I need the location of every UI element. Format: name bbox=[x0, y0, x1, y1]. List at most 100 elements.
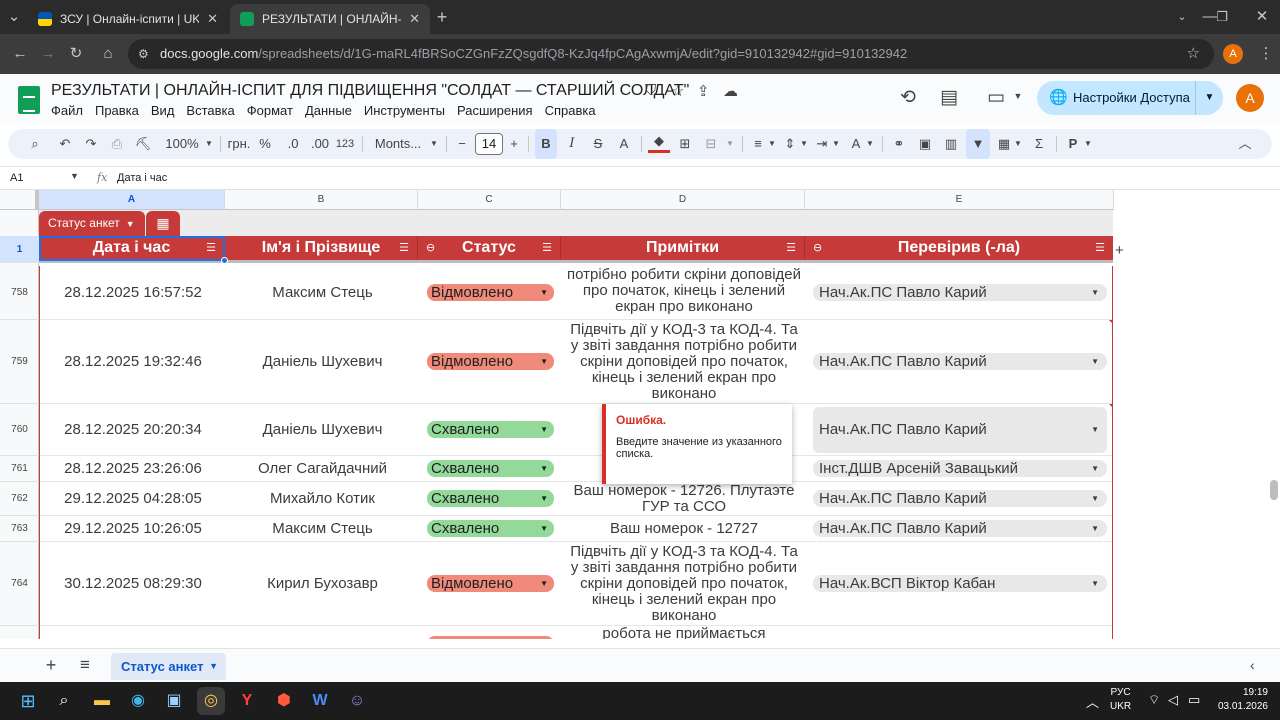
discord-icon[interactable]: ☺ bbox=[343, 687, 371, 715]
column-header-a[interactable]: A bbox=[39, 190, 225, 210]
reviewer-chip[interactable]: Нач.Ак.ПС Павло Карий bbox=[813, 520, 1107, 537]
merge-cells-icon[interactable]: ⊟ bbox=[700, 129, 722, 159]
sheet-tab-active[interactable]: Статус анкет ▼ bbox=[111, 653, 226, 680]
menu-insert[interactable]: Вставка bbox=[186, 103, 234, 118]
chevron-down-icon[interactable]: ▼ bbox=[70, 171, 79, 181]
more-menu-icon[interactable]: ⋮ bbox=[1252, 34, 1280, 74]
menu-help[interactable]: Справка bbox=[545, 103, 596, 118]
date-cell[interactable]: 29.12.2025 04:28:05 bbox=[40, 482, 226, 515]
column-header-d[interactable]: D bbox=[561, 190, 805, 210]
row-header[interactable]: 758 bbox=[0, 266, 39, 320]
menu-extensions[interactable]: Расширения bbox=[457, 103, 533, 118]
browser-tab-exams[interactable]: ЗСУ | Онлайн-іспити | UKRAINE ✕ bbox=[28, 4, 228, 34]
name-cell[interactable]: Даніель Шухевич bbox=[226, 320, 419, 403]
chevron-down-icon[interactable]: ▼ bbox=[1004, 91, 1032, 101]
column-header-e[interactable]: E bbox=[805, 190, 1114, 210]
reviewer-cell[interactable]: Нач.Ак.ПС Павло Карий bbox=[806, 482, 1112, 515]
reviewer-cell[interactable]: Нач.Ак.ПС Павло Карий bbox=[806, 320, 1112, 403]
currency-format-button[interactable]: грн. bbox=[226, 129, 252, 159]
status-cell[interactable]: Схвалено bbox=[419, 404, 562, 455]
fill-color-icon[interactable]: ◆ bbox=[648, 129, 670, 153]
chevron-down-icon[interactable]: ▼ bbox=[1012, 129, 1024, 159]
filter-list-icon[interactable]: ☰ bbox=[1095, 236, 1105, 260]
status-cell[interactable]: Схвалено bbox=[419, 516, 562, 541]
chevron-down-icon[interactable]: ▼ bbox=[1082, 129, 1094, 159]
comment-marker[interactable] bbox=[1109, 320, 1112, 325]
restore-icon[interactable]: ❐ bbox=[1208, 3, 1236, 31]
status-chip[interactable]: Схвалено bbox=[427, 460, 554, 477]
chevron-left-icon[interactable]: ‹ bbox=[1250, 657, 1255, 673]
reviewer-chip[interactable]: Інст.ДШВ Арсеній Завацький bbox=[813, 460, 1107, 477]
font-size-input[interactable]: 14 bbox=[475, 133, 503, 155]
window-close-icon[interactable]: ✕ bbox=[1248, 3, 1276, 31]
input-tools-icon[interactable]: Р bbox=[1062, 129, 1084, 159]
share-dropdown-button[interactable]: ▼ bbox=[1195, 81, 1223, 115]
filter-list-icon[interactable]: ☰ bbox=[786, 236, 796, 260]
close-icon[interactable]: ✕ bbox=[207, 11, 218, 27]
reviewer-chip[interactable]: Нач.Ак.ПС Павло Карий bbox=[813, 406, 1107, 453]
horizontal-align-icon[interactable]: ≡ bbox=[748, 129, 768, 159]
column-header-c[interactable]: C bbox=[418, 190, 561, 210]
status-chip[interactable]: Схвалено bbox=[427, 520, 554, 537]
menu-format[interactable]: Формат bbox=[247, 103, 293, 118]
windows-start-icon[interactable]: ⊞ bbox=[14, 687, 42, 715]
strikethrough-button[interactable]: S bbox=[587, 129, 609, 159]
percent-format-button[interactable]: % bbox=[258, 129, 272, 159]
italic-button[interactable]: I bbox=[561, 129, 583, 159]
collapse-toolbar-icon[interactable]: ︿ bbox=[1234, 129, 1256, 159]
site-info-icon[interactable]: ⚙ bbox=[138, 39, 149, 69]
filter-icon[interactable]: ▼ bbox=[966, 129, 990, 159]
status-cell[interactable]: Схвалено bbox=[419, 456, 562, 481]
home-icon[interactable]: ⌂ bbox=[94, 34, 122, 74]
reviewer-cell[interactable]: Нач.Ак.ПС Павло Карий bbox=[806, 404, 1112, 455]
chrome-icon[interactable]: ◎ bbox=[197, 687, 225, 715]
status-cell[interactable]: Відмовлено bbox=[419, 266, 562, 319]
status-chip[interactable]: Схвалено bbox=[427, 490, 554, 507]
chevron-down-icon[interactable]: ▼ bbox=[830, 129, 842, 159]
notes-cell[interactable]: Підвчіть дії у КОД-3 та КОД-4. Та у звіт… bbox=[562, 320, 806, 403]
move-to-drive-icon[interactable]: ⇪ bbox=[697, 82, 710, 100]
account-avatar[interactable]: A bbox=[1236, 84, 1264, 112]
date-cell[interactable]: 28.12.2025 19:32:46 bbox=[40, 320, 226, 403]
word-icon[interactable]: W bbox=[306, 687, 334, 715]
tray-chevron-up-icon[interactable]: ︿ bbox=[1086, 692, 1099, 711]
browser-tab-results[interactable]: РЕЗУЛЬТАТИ | ОНЛАЙН-ІСПИТ ✕ bbox=[230, 4, 430, 34]
date-cell[interactable]: 30.12.2025 08:29:30 bbox=[40, 542, 226, 625]
status-cell[interactable]: Відмовлено bbox=[419, 542, 562, 625]
increase-decimal-button[interactable]: .00 bbox=[308, 129, 332, 159]
menu-file[interactable]: Файл bbox=[51, 103, 83, 118]
row-header[interactable]: 762 bbox=[0, 482, 39, 516]
chevron-down-icon[interactable]: ▼ bbox=[202, 129, 216, 159]
date-cell[interactable]: 29.12.2025 10:26:05 bbox=[40, 516, 226, 541]
formula-input[interactable]: Дата і час bbox=[117, 172, 167, 184]
decrease-decimal-button[interactable]: .0 bbox=[282, 129, 304, 159]
file-explorer-icon[interactable]: ▬ bbox=[88, 687, 116, 715]
status-chip[interactable]: Відмовлено bbox=[427, 284, 554, 301]
font-select[interactable]: Monts... bbox=[370, 129, 426, 159]
fill-handle[interactable] bbox=[221, 257, 228, 264]
reviewer-cell[interactable]: Інст.ДШВ Арсеній Завацький bbox=[806, 456, 1112, 481]
row-header[interactable]: 763 bbox=[0, 516, 39, 542]
number-format-button[interactable]: 123 bbox=[334, 129, 356, 159]
reviewer-cell[interactable]: Нач.Ак.ПС Павло Карий bbox=[806, 266, 1112, 319]
vertical-align-icon[interactable]: ⇕ bbox=[780, 129, 800, 159]
reviewer-chip[interactable]: Нач.Ак.ПС Павло Карий bbox=[813, 284, 1107, 301]
status-chip[interactable] bbox=[427, 636, 554, 639]
reviewer-cell[interactable]: Нач.Ак.ПС Павло Карий bbox=[806, 516, 1112, 541]
status-cell[interactable]: Відмовлено bbox=[419, 320, 562, 403]
reviewer-chip[interactable]: Нач.Ак.ВСП Віктор Кабан bbox=[813, 575, 1107, 592]
close-icon[interactable]: ✕ bbox=[409, 11, 420, 27]
reload-icon[interactable]: ↻ bbox=[62, 34, 90, 74]
vertical-scrollbar-thumb[interactable] bbox=[1270, 480, 1278, 500]
name-cell[interactable]: Олег Сагайдачний bbox=[226, 456, 419, 481]
row-header[interactable]: 764 bbox=[0, 542, 39, 626]
tab-search-icon[interactable]: ⌄ bbox=[0, 3, 28, 31]
version-history-icon[interactable]: ⟲ bbox=[894, 86, 922, 109]
reviewer-cell[interactable]: Нач.Ак.ВСП Віктор Кабан bbox=[806, 542, 1112, 625]
comment-marker[interactable] bbox=[1109, 404, 1112, 409]
bold-button[interactable]: B bbox=[535, 129, 557, 159]
status-cell[interactable]: Схвалено bbox=[419, 482, 562, 515]
font-size-decrease-button[interactable]: − bbox=[454, 129, 470, 159]
volume-icon[interactable]: ◁ bbox=[1168, 692, 1178, 708]
comments-icon[interactable]: ▤ bbox=[935, 86, 963, 109]
